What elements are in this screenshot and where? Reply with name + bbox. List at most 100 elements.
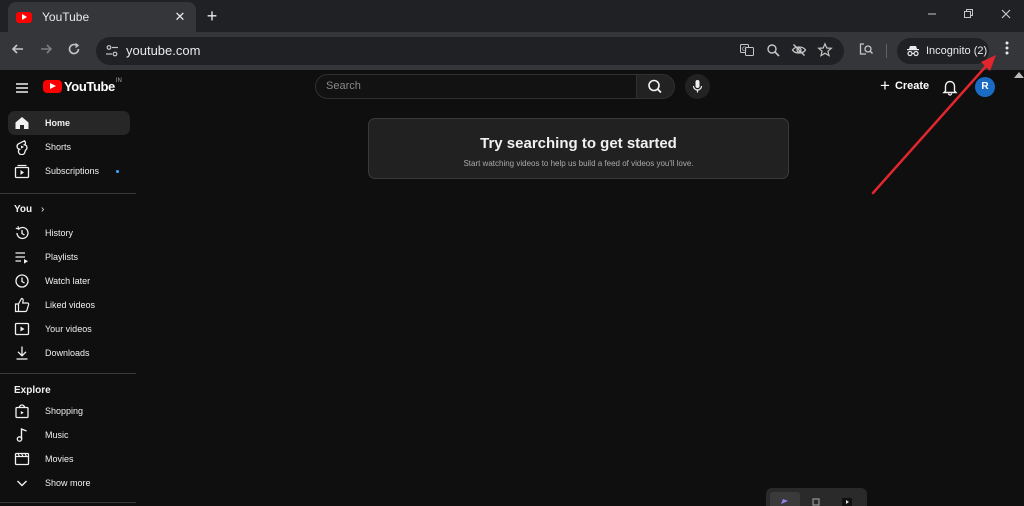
create-button[interactable]: + Create <box>880 77 929 94</box>
search-input[interactable]: Search <box>315 74 637 99</box>
tracking-protection-button[interactable] <box>790 42 808 60</box>
panel-icons <box>770 492 852 506</box>
sidebar-item-label: Shorts <box>45 142 72 152</box>
sidebar-item-music[interactable]: Music <box>8 423 130 447</box>
sidebar-item-your-videos[interactable]: Your videos <box>8 317 130 341</box>
history-icon <box>15 226 29 240</box>
google-lens-button[interactable] <box>856 41 876 61</box>
kebab-menu-icon <box>1005 41 1009 55</box>
logo-wordmark: YouTube <box>64 79 115 94</box>
clock-icon <box>15 274 29 288</box>
translate-button[interactable]: G <box>738 42 756 60</box>
sidebar-item-playlists[interactable]: Playlists <box>8 245 130 269</box>
movies-icon <box>14 452 30 466</box>
sidebar-divider <box>0 373 136 374</box>
sidebar-divider <box>0 502 136 503</box>
toolbar-divider <box>886 44 887 58</box>
hamburger-icon <box>16 83 28 93</box>
restore-icon <box>964 9 973 18</box>
youtube-logo[interactable]: YouTube IN <box>43 77 122 94</box>
youtube-page: YouTube IN Search + Create R Home Shorts… <box>0 70 1024 506</box>
new-tab-button[interactable]: + <box>202 6 222 26</box>
sidebar-item-label: History <box>45 228 74 238</box>
country-code: IN <box>115 77 122 84</box>
forward-button[interactable] <box>36 41 56 61</box>
browser-toolbar: youtube.com G Incognito (2) <box>0 32 1024 70</box>
sidebar-item-label: Liked videos <box>45 300 96 310</box>
sidebar-item-label: Movies <box>45 454 74 464</box>
sidebar-item-shopping[interactable]: Shopping <box>8 399 130 423</box>
search-placeholder: Search <box>326 80 361 92</box>
microphone-icon <box>692 80 703 93</box>
star-icon <box>817 42 833 57</box>
reload-button[interactable] <box>64 41 84 61</box>
sidebar-item-watch-later[interactable]: Watch later <box>8 269 130 293</box>
svg-text:G: G <box>742 46 747 53</box>
empty-feed-heading: Try searching to get started <box>480 135 677 152</box>
url-text[interactable]: youtube.com <box>126 43 200 58</box>
tab-title: YouTube <box>42 10 90 24</box>
voice-search-button[interactable] <box>685 74 710 99</box>
sidebar-item-shorts[interactable]: Shorts <box>8 135 130 159</box>
sidebar-item-label: Show more <box>45 478 91 488</box>
youtube-favicon-icon <box>16 11 32 23</box>
empty-feed-subtext: Start watching videos to help us build a… <box>463 159 694 168</box>
zoom-icon <box>767 44 780 57</box>
you-section-header[interactable]: You › <box>14 204 44 215</box>
browser-menu-button[interactable] <box>998 41 1016 61</box>
arrow-right-icon <box>41 44 53 54</box>
sidebar-item-history[interactable]: History <box>8 221 130 245</box>
scrollbar-up-arrow-icon[interactable] <box>1014 72 1024 78</box>
download-icon <box>16 346 28 360</box>
bell-icon <box>942 80 958 96</box>
shorts-icon <box>16 140 28 155</box>
sidebar-divider <box>0 193 136 194</box>
guide-menu-button[interactable] <box>12 78 32 98</box>
shopping-bag-icon <box>15 404 29 419</box>
sidebar-item-label: Your videos <box>45 324 92 334</box>
site-settings-icon[interactable] <box>105 43 119 59</box>
close-window-button[interactable] <box>996 6 1016 26</box>
avatar[interactable]: R <box>975 77 995 97</box>
music-note-icon <box>16 427 27 442</box>
guide-sidebar: Home Shorts Subscriptions You › History <box>0 106 136 506</box>
you-header-label: You <box>14 204 33 215</box>
address-bar[interactable]: youtube.com G <box>96 37 844 65</box>
explore-section-header: Explore <box>14 385 51 396</box>
sidebar-item-downloads[interactable]: Downloads <box>8 341 130 365</box>
sidebar-item-subscriptions[interactable]: Subscriptions <box>8 159 130 183</box>
your-videos-icon <box>14 322 30 336</box>
screen: YouTube ✕ + youtube.com G Incognito (2) … <box>0 0 1024 506</box>
search-button[interactable] <box>637 74 675 99</box>
incognito-icon <box>907 46 919 57</box>
tab-youtube[interactable]: YouTube ✕ <box>8 2 196 32</box>
sidebar-item-movies[interactable]: Movies <box>8 447 130 471</box>
sidebar-item-home[interactable]: Home <box>8 111 130 135</box>
incognito-label: Incognito (2) <box>926 45 988 57</box>
floating-panel[interactable] <box>766 488 867 506</box>
sidebar-item-label: Downloads <box>45 348 90 358</box>
playlists-icon <box>15 252 28 264</box>
bookmark-button[interactable] <box>816 42 834 60</box>
sidebar-item-label: Shopping <box>45 406 84 416</box>
home-icon <box>15 117 29 129</box>
tab-close-icon[interactable]: ✕ <box>172 9 188 25</box>
notifications-button[interactable] <box>941 78 959 96</box>
thumbs-up-icon <box>14 297 30 313</box>
zoom-button[interactable] <box>764 42 782 60</box>
restore-button[interactable] <box>958 6 978 26</box>
sidebar-item-label: Music <box>45 430 69 440</box>
search-icon <box>648 79 662 94</box>
sidebar-item-show-more[interactable]: Show more <box>8 471 130 495</box>
empty-feed-card: Try searching to get started Start watch… <box>368 118 789 179</box>
youtube-play-icon <box>43 80 62 93</box>
sidebar-item-label: Watch later <box>45 276 91 286</box>
minimize-button[interactable] <box>922 6 942 26</box>
reload-icon <box>68 42 80 55</box>
sidebar-item-liked-videos[interactable]: Liked videos <box>8 293 130 317</box>
incognito-button[interactable]: Incognito (2) <box>897 38 989 64</box>
back-button[interactable] <box>8 41 28 61</box>
sidebar-item-label: Playlists <box>45 252 79 262</box>
translate-icon: G <box>740 44 754 56</box>
subscriptions-icon <box>14 164 30 179</box>
